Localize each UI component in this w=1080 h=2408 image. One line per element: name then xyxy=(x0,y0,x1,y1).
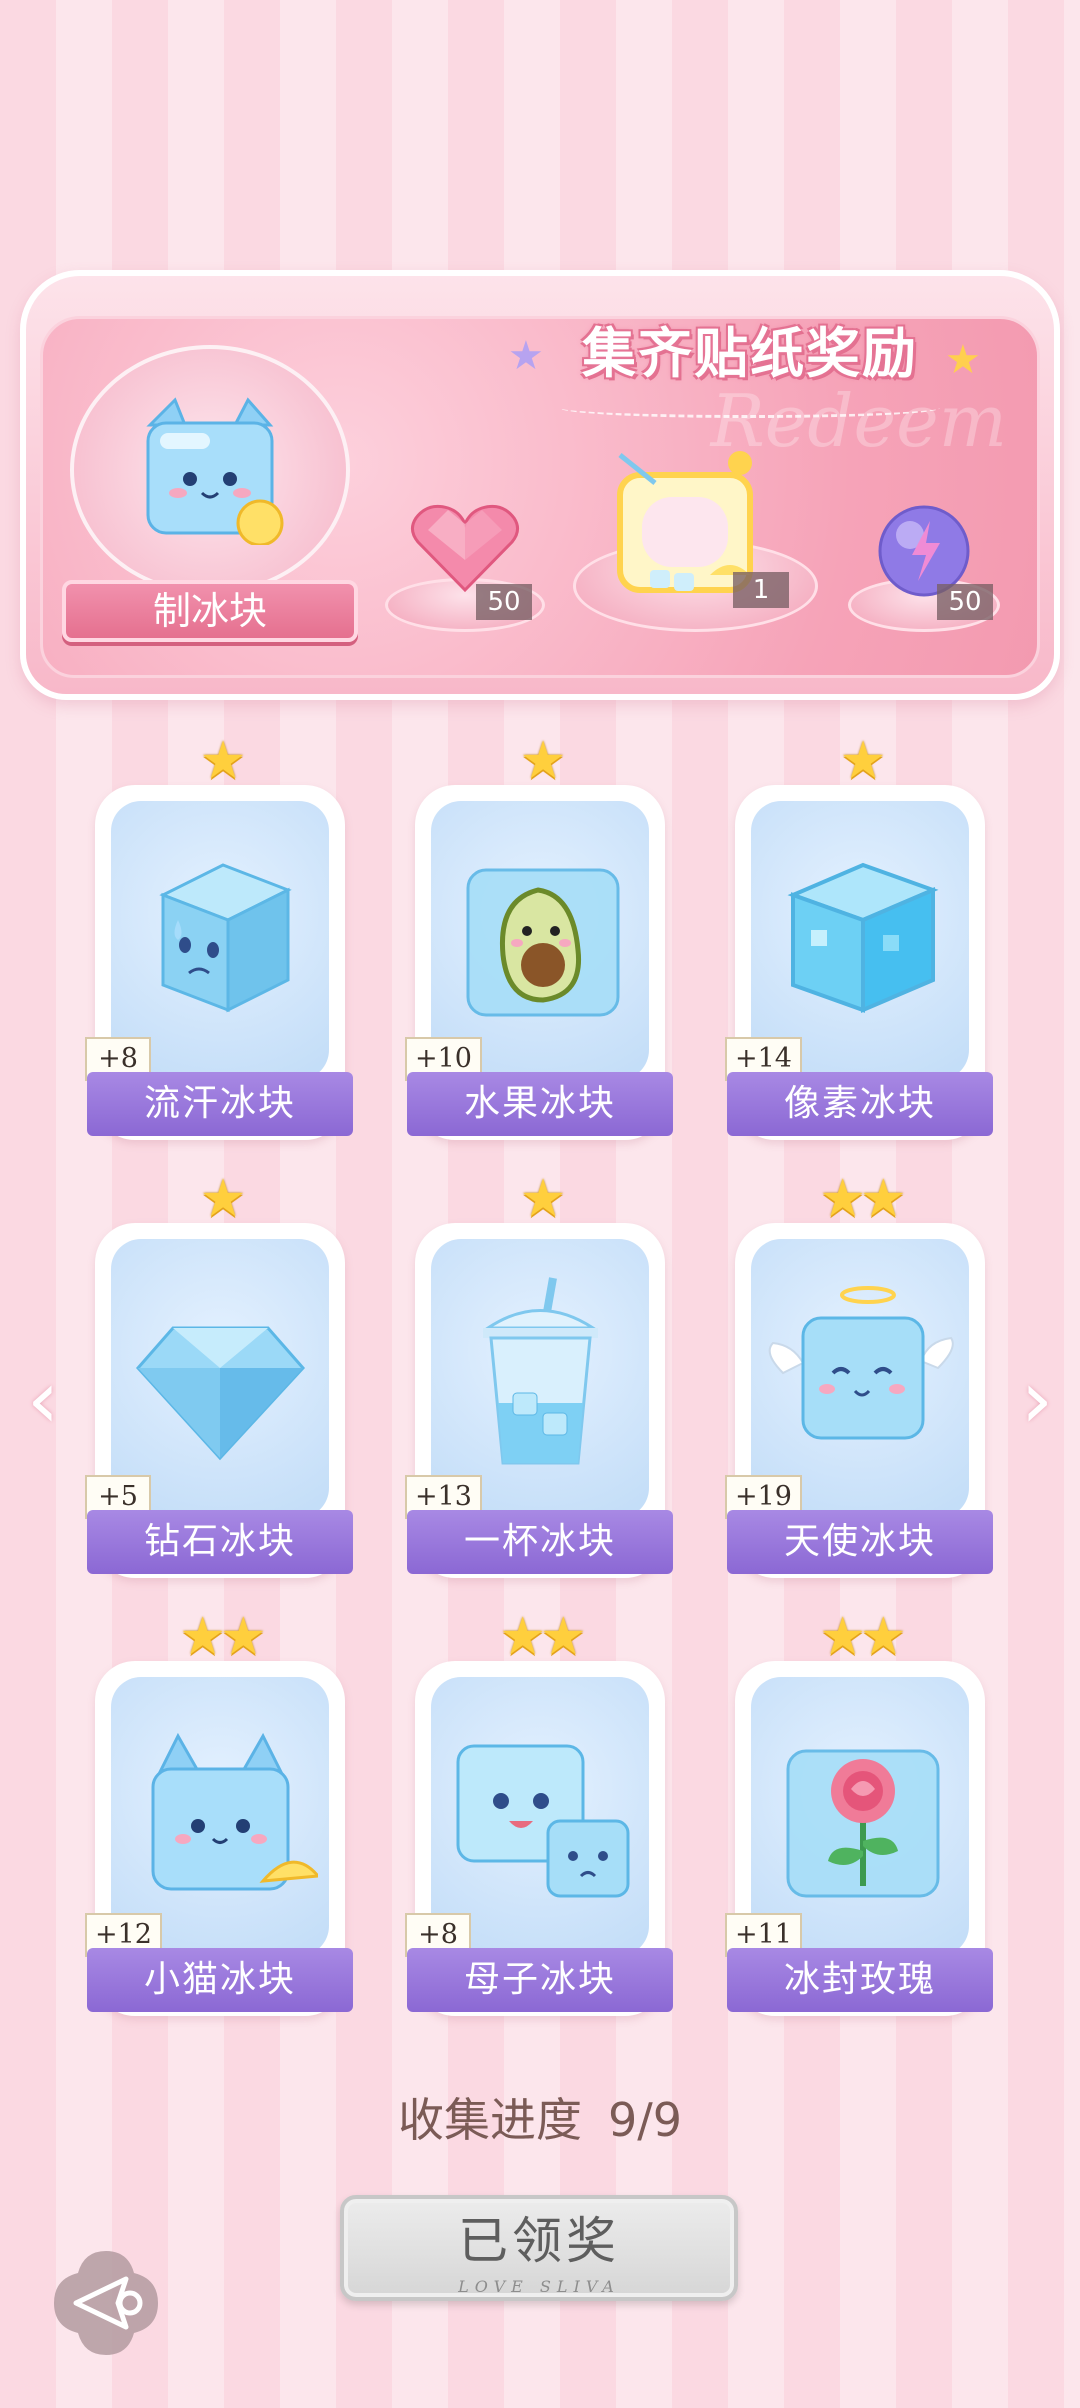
next-page-arrow-icon[interactable]: › xyxy=(1012,1360,1062,1440)
card-name-label: 母子冰块 xyxy=(407,1948,673,2012)
claimed-reward-button[interactable]: 已领奖 LOVE SLIVA xyxy=(340,2195,738,2301)
star-rating-icon: ★ xyxy=(199,731,247,791)
gold-star-icon: ★ xyxy=(945,337,981,383)
sticker-card[interactable]: ★ +8 流汗冰块 xyxy=(85,733,353,1140)
star-rating-icon: ★ xyxy=(519,731,567,791)
cup-of-ice-icon xyxy=(483,1277,598,1465)
sticker-card[interactable]: ★★ +8 母子冰块 xyxy=(405,1609,673,2016)
sticker-card[interactable]: ★ +5 钻石冰块 xyxy=(85,1171,353,1578)
prev-page-arrow-icon[interactable]: ‹ xyxy=(18,1360,68,1440)
card-name-label: 像素冰块 xyxy=(727,1072,993,1136)
pink-heart-gem-icon xyxy=(411,504,519,593)
sticker-card[interactable]: ★ +14 像素冰块 xyxy=(725,733,993,1140)
sticker-card[interactable]: ★★ +12 小猫冰块 xyxy=(85,1609,353,2016)
star-rating-icon: ★★ xyxy=(179,1607,266,1667)
sticker-card[interactable]: ★ +13 一杯冰块 xyxy=(405,1171,673,1578)
star-rating-icon: ★★ xyxy=(819,1607,906,1667)
star-rating-icon: ★ xyxy=(519,1169,567,1229)
reward-quantity-heart: 50 xyxy=(476,584,532,620)
progress-value: 9/9 xyxy=(607,2093,683,2147)
back-icon[interactable] xyxy=(48,2245,164,2361)
frozen-rose-icon xyxy=(786,1749,940,1898)
sweating-ice-cube-icon xyxy=(159,863,292,1013)
banner-divider xyxy=(560,398,940,418)
reward-quantity-orb: 50 xyxy=(937,584,993,620)
card-name-label: 小猫冰块 xyxy=(87,1948,353,2012)
card-name-label: 冰封玫瑰 xyxy=(727,1948,993,2012)
claim-button-label: 已领奖 xyxy=(458,2212,620,2270)
card-name-label: 天使冰块 xyxy=(727,1510,993,1574)
star-rating-icon: ★ xyxy=(199,1169,247,1229)
cat-ice-cube-icon xyxy=(151,1732,318,1891)
purple-star-icon: ★ xyxy=(508,333,544,379)
pixel-ice-cube-icon xyxy=(787,862,939,1014)
card-name-label: 水果冰块 xyxy=(407,1072,673,1136)
angel-ice-cube-icon xyxy=(768,1286,954,1440)
star-rating-icon: ★ xyxy=(839,731,887,791)
reward-quantity-drink: 1 xyxy=(733,572,789,608)
claim-button-sublabel: LOVE SLIVA xyxy=(458,2277,620,2296)
sticker-card[interactable]: ★ +10 水果冰块 xyxy=(405,733,673,1140)
sticker-card[interactable]: ★★ +19 天使冰块 xyxy=(725,1171,993,1578)
mother-child-ice-cube-icon xyxy=(456,1744,630,1898)
cat-ice-cube-icon xyxy=(146,397,284,545)
card-name-label: 流汗冰块 xyxy=(87,1072,353,1136)
sticker-card[interactable]: ★★ +11 冰封玫瑰 xyxy=(725,1609,993,2016)
star-rating-icon: ★★ xyxy=(499,1607,586,1667)
banner-title: 集齐贴纸奖励 xyxy=(582,322,918,385)
card-name-label: 钻石冰块 xyxy=(87,1510,353,1574)
collection-progress: 收集进度 9/9 xyxy=(0,2088,1080,2152)
avocado-ice-cube-icon xyxy=(466,868,620,1017)
card-name-label: 一杯冰块 xyxy=(407,1510,673,1574)
main-reward-label: 制冰块 xyxy=(62,580,358,642)
diamond-ice-icon xyxy=(135,1326,306,1461)
star-rating-icon: ★★ xyxy=(819,1169,906,1229)
progress-label: 收集进度 xyxy=(397,2093,582,2147)
